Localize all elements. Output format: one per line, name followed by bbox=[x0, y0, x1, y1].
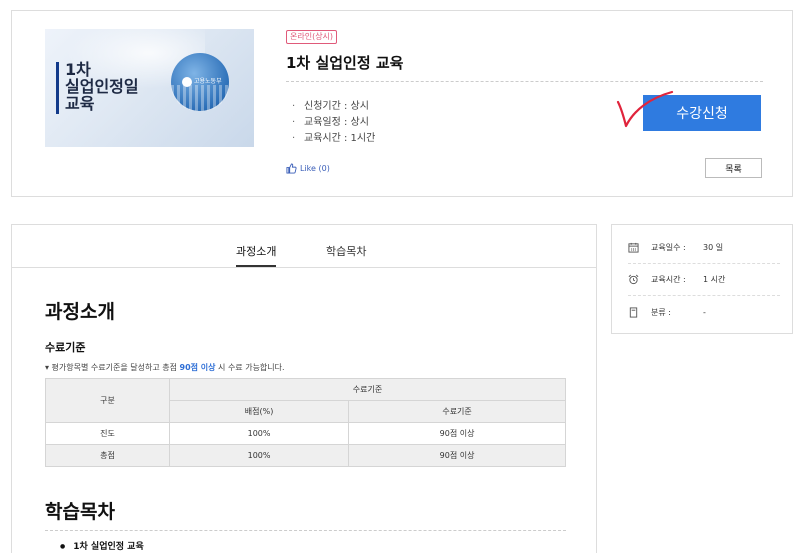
side-value-time: 1 시간 bbox=[703, 275, 726, 284]
table-subheader-criteria: 수료기준 bbox=[348, 400, 566, 423]
toc-title: 학습목차 bbox=[45, 501, 115, 523]
criteria-title: 수료기준 bbox=[45, 341, 86, 354]
side-row-category: 분류 : - bbox=[628, 296, 780, 328]
like-label: Like (0) bbox=[300, 164, 330, 173]
table-row: 진도 100% 90점 이상 bbox=[45, 422, 566, 445]
side-info-panel: 교육일수 : 30 일 교육시간 : 1 시간 분류 : - bbox=[611, 224, 793, 334]
side-label-category: 분류 : bbox=[651, 307, 671, 317]
criteria-highlight: 90점 이상 bbox=[179, 363, 216, 372]
tab-bar: 과정소개 학습목차 bbox=[12, 225, 596, 268]
criteria-table: 구분 수료기준 배점(%) 수료기준 진도 100% 90점 이상 총점 100… bbox=[45, 378, 566, 467]
main-panel: 과정소개 학습목차 과정소개 수료기준 ▾ 평가항목별 수료기준을 달성하고 총… bbox=[11, 224, 597, 553]
enroll-button[interactable]: 수강신청 bbox=[643, 95, 761, 131]
table-header-group: 구분 bbox=[45, 378, 170, 423]
divider bbox=[286, 81, 763, 82]
table-row: 총점 100% 90점 이상 bbox=[45, 444, 566, 467]
book-icon bbox=[629, 306, 638, 318]
table-subheader-weight: 배점(%) bbox=[168, 400, 350, 423]
course-type-badge: 온라인(상시) bbox=[286, 30, 338, 44]
thumbs-up-icon bbox=[286, 163, 297, 174]
calendar-icon bbox=[628, 242, 639, 253]
toc-item[interactable]: 1차 실업인정 교육 bbox=[60, 539, 144, 552]
info-schedule: 교육일정 : 상시 bbox=[292, 115, 375, 131]
tab-toc[interactable]: 학습목차 bbox=[326, 243, 366, 265]
course-info-list: 신청기간 : 상시 교육일정 : 상시 교육시간 : 1시간 bbox=[292, 99, 375, 147]
side-value-days: 30 일 bbox=[703, 243, 724, 252]
criteria-note: ▾ 평가항목별 수료기준을 달성하고 총점 90점 이상 시 수료 가능합니다. bbox=[45, 363, 285, 372]
list-button[interactable]: 목록 bbox=[705, 158, 762, 178]
side-value-category: - bbox=[703, 307, 706, 317]
side-label-time: 교육시간 : bbox=[651, 275, 686, 284]
course-title: 1차 실업인정 교육 bbox=[286, 54, 404, 72]
divider bbox=[45, 530, 566, 531]
intro-title: 과정소개 bbox=[45, 301, 115, 323]
ministry-brand: 고용노동부 bbox=[194, 78, 222, 85]
info-duration: 교육시간 : 1시간 bbox=[292, 131, 375, 147]
thumbnail-title: 1차 실업인정일 교육 bbox=[65, 60, 139, 113]
table-header-criteria: 수료기준 bbox=[169, 378, 566, 401]
like-button[interactable]: Like (0) bbox=[286, 163, 330, 174]
tab-intro[interactable]: 과정소개 bbox=[236, 243, 277, 267]
side-row-time: 교육시간 : 1 시간 bbox=[628, 264, 780, 296]
side-label-days: 교육일수 : bbox=[651, 243, 686, 252]
course-card: 1차 실업인정일 교육 고용노동부 온라인(상시) 1차 실업인정 교육 신청기… bbox=[11, 10, 793, 197]
alarm-clock-icon bbox=[628, 274, 639, 285]
side-row-days: 교육일수 : 30 일 bbox=[628, 232, 780, 264]
course-thumbnail: 1차 실업인정일 교육 고용노동부 bbox=[45, 29, 254, 147]
info-apply-period: 신청기간 : 상시 bbox=[292, 99, 375, 115]
